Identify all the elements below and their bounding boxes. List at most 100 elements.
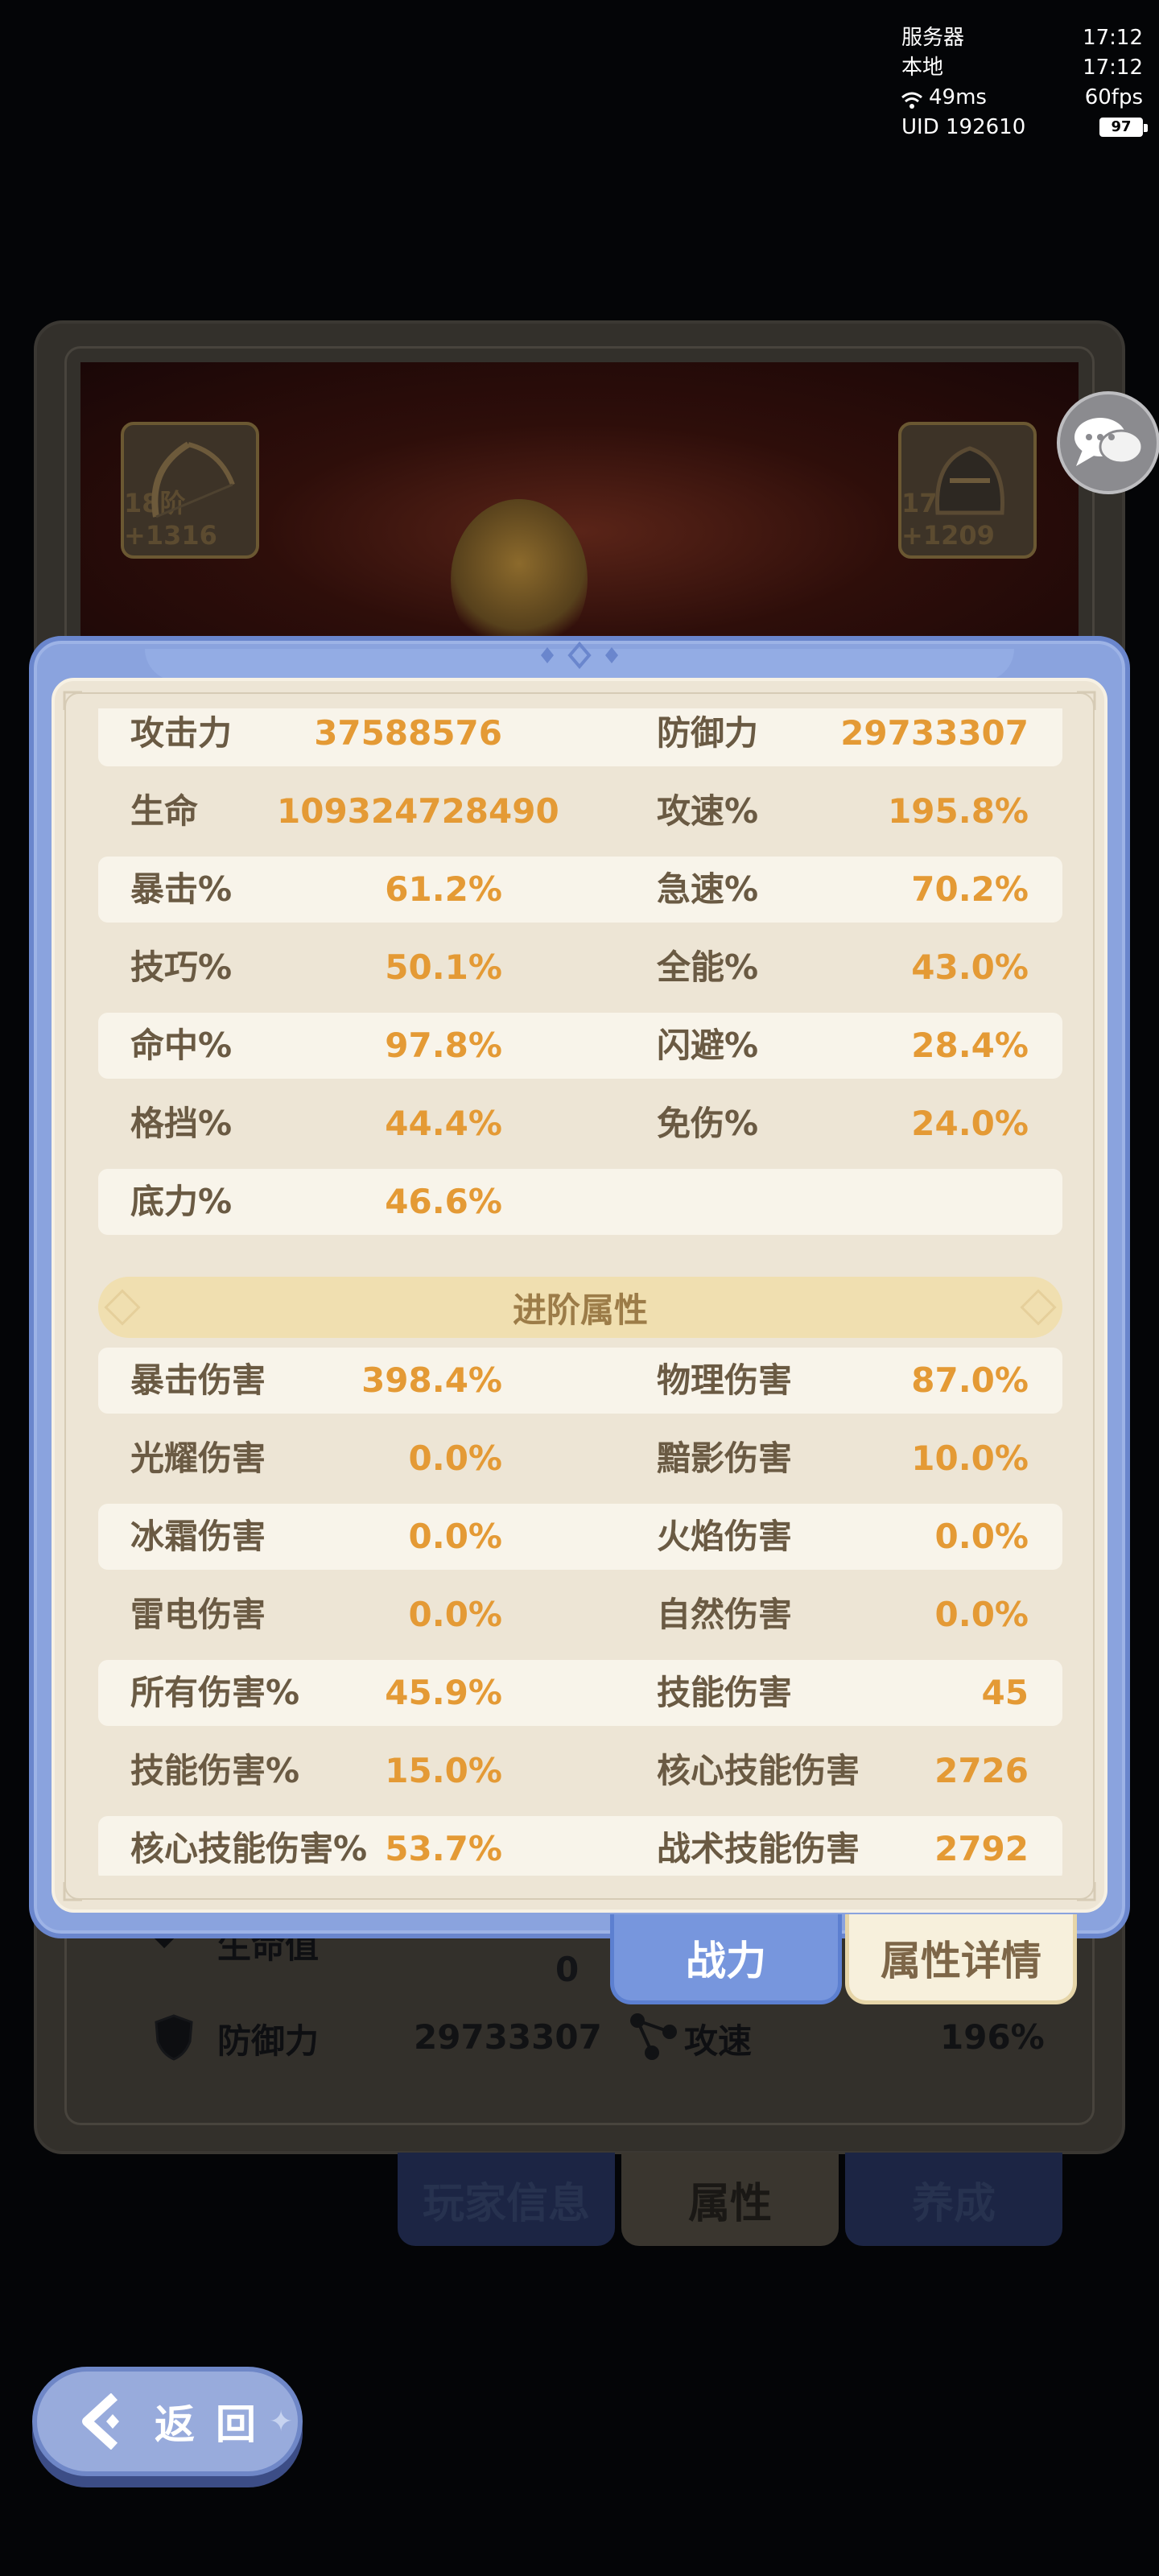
tab-power-label: 战力 [686,1937,766,1984]
attribute-value: 15.0% [385,1751,502,1790]
attribute-row: 生命 109324728490 攻速% 195.8% [98,778,1062,844]
battery-level: 97 [1111,118,1132,135]
attribute-row: 光耀伤害 0.0% 黯影伤害 10.0% [98,1426,1062,1492]
attribute-label: 命中% [130,1026,233,1065]
attribute-value: 87.0% [911,1360,1029,1400]
attribute-row: 底力% 46.6% [98,1169,1062,1235]
bg-atk-speed-value: 196% [940,2017,1045,2057]
attribute-label: 所有伤害% [130,1673,300,1712]
attribute-label: 技能伤害 [657,1673,793,1712]
attribute-value: 109324728490 [277,791,559,831]
attribute-value: 0.0% [408,1595,502,1634]
attribute-value: 50.1% [385,947,502,987]
tab-power[interactable]: 战力 [610,1914,842,2004]
server-time: 17:12 [1083,25,1143,50]
attribute-value: 24.0% [911,1104,1029,1143]
attribute-row: 技能伤害% 15.0% 核心技能伤害 2726 [98,1738,1062,1804]
attribute-value: 44.4% [385,1104,502,1143]
attribute-value: 398.4% [361,1360,502,1400]
helmet-icon [935,446,1004,515]
attribute-value: 2792 [934,1829,1029,1868]
attribute-label: 免伤% [657,1104,759,1143]
attribute-value: 45.9% [385,1673,502,1712]
attribute-row: 所有伤害% 45.9% 技能伤害 45 [98,1660,1062,1726]
attribute-row: 冰霜伤害 0.0% 火焰伤害 0.0% [98,1504,1062,1570]
bg-def-label: 防御力 [217,2021,320,2061]
tab-attribute-detail-label: 属性详情 [881,1937,1041,1984]
attribute-value: 0.0% [934,1517,1029,1556]
attribute-value: 2726 [934,1751,1029,1790]
panel-ornament-icon [523,641,636,670]
attribute-value: 0.0% [408,1439,502,1478]
nav-tab-player-info[interactable]: 玩家信息 [398,2153,615,2246]
attribute-value: 10.0% [911,1439,1029,1478]
nav-tab-attributes[interactable]: 属性 [621,2153,839,2246]
ping-value: 49ms [929,85,987,109]
attribute-value: 45 [981,1673,1029,1712]
nav-tab-player-info-label: 玩家信息 [422,2179,590,2228]
attribute-value: 70.2% [911,869,1029,909]
attribute-value: 53.7% [385,1829,502,1868]
corner-ornament-icon [1077,691,1096,710]
diamond-icon [1020,1289,1057,1326]
back-button-label: 返回 [155,2401,277,2448]
attribute-label: 急速% [657,869,759,909]
attribute-label: 格挡% [130,1104,233,1143]
chat-bubble-icon [1074,418,1144,466]
nav-tab-attributes-label: 属性 [687,2179,772,2228]
attribute-row: 暴击伤害 398.4% 物理伤害 87.0% [98,1348,1062,1414]
attribute-value: 43.0% [911,947,1029,987]
shield-icon [153,2014,195,2061]
attribute-label: 暴击% [130,869,233,909]
chat-button[interactable] [1057,391,1159,494]
status-hud: 服务器 17:12 本地 17:12 49ms 60fps UID 192610… [901,23,1148,142]
corner-ornament-icon [63,691,82,710]
attribute-value: 37588576 [314,713,502,753]
attribute-label: 技能伤害% [130,1751,300,1790]
diamond-icon [104,1289,141,1326]
bg-def-value: 29733307 [414,2017,602,2057]
advanced-attributes-header: 进阶属性 [98,1277,1062,1338]
attribute-label: 物理伤害 [657,1360,793,1400]
sparkle-icon: ✦ [269,2405,294,2438]
attribute-label: 生命 [130,791,199,831]
bow-icon [151,441,235,518]
attribute-scroll-list[interactable]: 攻击力 37588576 防御力 29733307 生命 10932472849… [98,708,1062,1876]
attribute-row: 雷电伤害 0.0% 自然伤害 0.0% [98,1582,1062,1648]
fps-value: 60fps [1084,85,1143,109]
attribute-label: 技巧% [130,947,233,987]
atk-speed-icon [628,2009,681,2062]
attribute-row: 技巧% 50.1% 全能% 43.0% [98,935,1062,1001]
back-arrow-icon [82,2393,119,2450]
attribute-row: 核心技能伤害% 53.7% 战术技能伤害 2792 [98,1816,1062,1876]
wifi-icon [901,89,922,109]
attribute-label: 攻击力 [130,713,233,753]
attribute-value: 61.2% [385,869,502,909]
attribute-row: 暴击% 61.2% 急速% 70.2% [98,857,1062,923]
attribute-row: 命中% 97.8% 闪避% 28.4% [98,1013,1062,1079]
bg-atk-speed-label: 攻速 [684,2021,753,2061]
attribute-label: 闪避% [657,1026,759,1065]
attribute-label: 全能% [657,947,759,987]
local-time: 17:12 [1083,55,1143,80]
local-label: 本地 [901,55,944,80]
equipment-slot-helmet[interactable]: 17阶+1209 [898,422,1037,559]
attribute-row: 格挡% 44.4% 免伤% 24.0% [98,1091,1062,1157]
attribute-label: 防御力 [657,713,759,753]
bg-hp-value: 0 [555,1950,580,1989]
back-button[interactable]: 返回 ✦ [32,2367,303,2476]
equipment-slot-weapon[interactable]: 18阶+1316 [121,422,259,559]
advanced-attributes-title: 进阶属性 [512,1290,648,1330]
attribute-value: 195.8% [888,791,1029,831]
corner-ornament-icon [1077,1882,1096,1901]
attribute-row: 攻击力 37588576 防御力 29733307 [98,708,1062,766]
attribute-value: 29733307 [840,713,1029,753]
nav-tab-training[interactable]: 养成 [845,2153,1062,2246]
tab-attribute-detail[interactable]: 属性详情 [845,1914,1077,2004]
attribute-label: 黯影伤害 [657,1439,793,1478]
attribute-label: 火焰伤害 [657,1517,793,1556]
attribute-label: 冰霜伤害 [130,1517,266,1556]
attribute-label: 攻速% [657,791,759,831]
corner-ornament-icon [63,1882,82,1901]
nav-tab-training-label: 养成 [911,2179,996,2228]
